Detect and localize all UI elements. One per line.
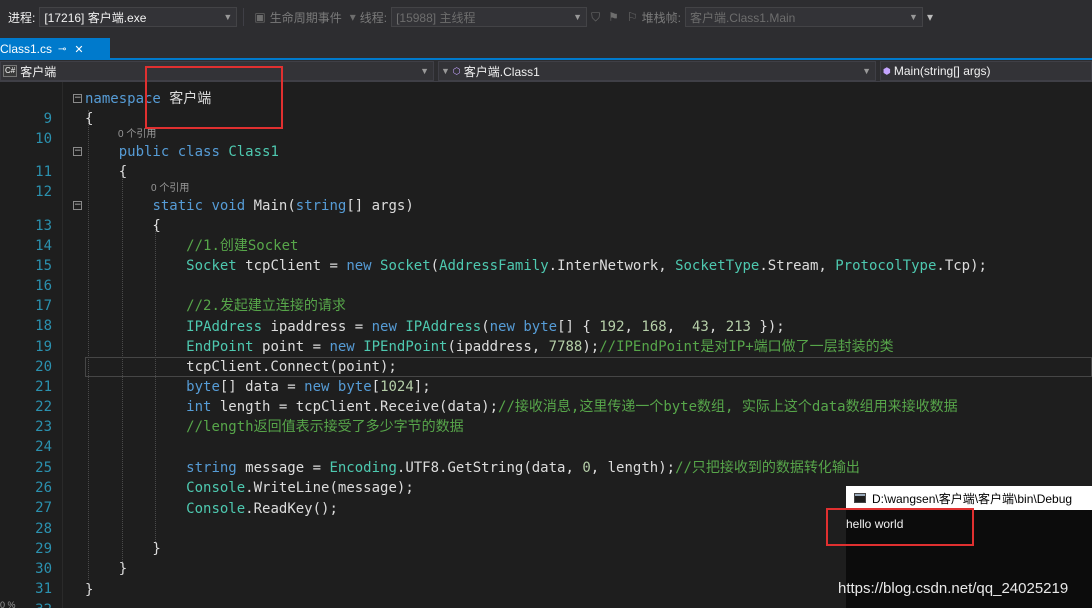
zoom-level[interactable]: 0 %	[0, 600, 16, 608]
code-comment: //2.发起建立连接的请求	[186, 298, 346, 314]
code-line-23: 23 int length = tcpClient.Receive(data);…	[0, 397, 1092, 435]
collapse-icon[interactable]: −	[73, 94, 82, 103]
filter-icon[interactable]: ⛉	[591, 10, 600, 25]
pin-icon[interactable]: ⊸	[58, 44, 66, 55]
member-name: Main(string[] args)	[893, 64, 991, 78]
chevron-down-icon: ▼	[420, 66, 429, 76]
stackframe-label: 堆栈帧:	[641, 10, 681, 25]
console-title: D:\wangsen\客户端\客户端\bin\Debug	[872, 491, 1073, 506]
console-app-icon	[854, 493, 866, 503]
toolbar-overflow-icon[interactable]: ▾	[927, 10, 933, 24]
method-identifier: Main	[253, 198, 288, 214]
ip-octet: 43	[691, 319, 709, 335]
class-dropdown[interactable]: ▼ ⬡ 客户端.Class1 ▼	[438, 61, 876, 81]
code-line-22: 22 byte[] data = new byte[1024];	[0, 377, 1092, 415]
chevron-down-icon: ▼	[441, 66, 450, 76]
csharp-project-icon: C#	[3, 65, 18, 77]
code-line-24: 24 //length返回值表示接受了多少字节的数据	[0, 417, 1092, 455]
lifecycle-icon[interactable]: ▣	[254, 10, 265, 24]
class-icon: ⬡	[452, 65, 461, 76]
ip-octet: 213	[725, 319, 751, 335]
thread-value: [15988] 主线程	[396, 10, 476, 25]
watermark: https://blog.csdn.net/qq_24025219	[838, 580, 1069, 597]
code-line-26: 26 string message = Encoding.UTF8.GetStr…	[0, 458, 1092, 496]
chevron-down-icon: ▼	[909, 12, 918, 22]
project-name: 客户端	[20, 64, 57, 79]
collapse-icon[interactable]: −	[73, 201, 82, 210]
lifecycle-events-button[interactable]: 生命周期事件	[270, 9, 342, 26]
args-identifier: args	[371, 198, 406, 214]
code-line-13: 13 − static void Main(string[] args)	[0, 196, 1092, 234]
debug-toolbar: 进程: [17216] 客户端.exe ▼ ▣ 生命周期事件 ▾ 线程: [15…	[0, 0, 1092, 34]
code-line-25: 25	[0, 438, 1092, 476]
code-comment: //IPEndPoint是对IP+端口做了一层封装的类	[599, 339, 894, 355]
code-comment: //接收消息,这里传递一个byte数组, 实际上这个data数组用来接收数据	[498, 399, 958, 415]
code-line-21: 21 tcpClient.Connect(point);	[0, 357, 1092, 395]
thread-label: 线程:	[359, 10, 388, 25]
offset-number: 0	[582, 460, 591, 476]
chevron-down-icon: ▼	[862, 66, 871, 76]
code-line-19: 19 IPAddress ipaddress = new IPAddress(n…	[0, 317, 1092, 355]
code-line-17: 17	[0, 276, 1092, 314]
code-line-12: 12 {	[0, 162, 1092, 200]
console-title-bar[interactable]: D:\wangsen\客户端\客户端\bin\Debug	[846, 486, 1092, 510]
code-comment: //只把接收到的数据转化输出	[675, 460, 860, 476]
process-value: [17216] 客户端.exe	[44, 10, 147, 25]
flag-icon[interactable]: ⚐	[627, 10, 638, 24]
flag-filter-icon[interactable]: ⚑	[608, 10, 619, 24]
close-icon[interactable]: ✕	[74, 43, 83, 56]
ip-octet: 192	[599, 319, 625, 335]
ip-octet: 168	[641, 319, 667, 335]
tab-class1-cs[interactable]: Class1.cs ⊸ ✕	[0, 38, 110, 60]
code-line-11: 11 − public class Class1	[0, 142, 1092, 180]
tab-label: Class1.cs	[0, 42, 53, 56]
code-line-18: 18 //2.发起建立连接的请求	[0, 296, 1092, 334]
class-identifier: Class1	[228, 144, 279, 160]
code-line-16: 16 Socket tcpClient = new Socket(Address…	[0, 256, 1092, 294]
method-icon: ⬢	[883, 65, 891, 76]
process-dropdown[interactable]: [17216] 客户端.exe ▼	[39, 7, 238, 27]
code-line-14: 14 {	[0, 216, 1092, 254]
stackframe-value: 客户端.Class1.Main	[689, 10, 796, 25]
toolbar-separator	[243, 8, 245, 26]
highlight-box-namespace	[145, 66, 283, 129]
code-line-15: 15 //1.创建Socket	[0, 236, 1092, 274]
class-name: 客户端.Class1	[463, 64, 540, 79]
document-tab-strip: Class1.cs ⊸ ✕	[0, 34, 1092, 60]
reference-count[interactable]: 0 个引用	[151, 182, 189, 196]
code-comment: //length返回值表示接受了多少字节的数据	[186, 419, 464, 435]
member-dropdown[interactable]: ⬢ Main(string[] args)	[880, 61, 1092, 81]
process-label: 进程:	[8, 10, 36, 25]
stackframe-dropdown[interactable]: 客户端.Class1.Main ▼	[684, 7, 923, 27]
port-number: 7788	[548, 339, 583, 355]
lifecycle-dropdown-icon[interactable]: ▾	[350, 10, 356, 24]
thread-dropdown[interactable]: [15988] 主线程 ▼	[391, 7, 588, 27]
chevron-down-icon: ▼	[573, 12, 583, 22]
reference-count[interactable]: 0 个引用	[118, 128, 156, 142]
highlight-box-output	[826, 508, 974, 546]
buffer-size: 1024	[380, 379, 414, 395]
collapse-icon[interactable]: −	[73, 147, 82, 156]
chevron-down-icon: ▼	[223, 12, 233, 22]
code-line-20: 20 EndPoint point = new IPEndPoint(ipadd…	[0, 337, 1092, 375]
code-comment: //1.创建Socket	[186, 238, 299, 254]
